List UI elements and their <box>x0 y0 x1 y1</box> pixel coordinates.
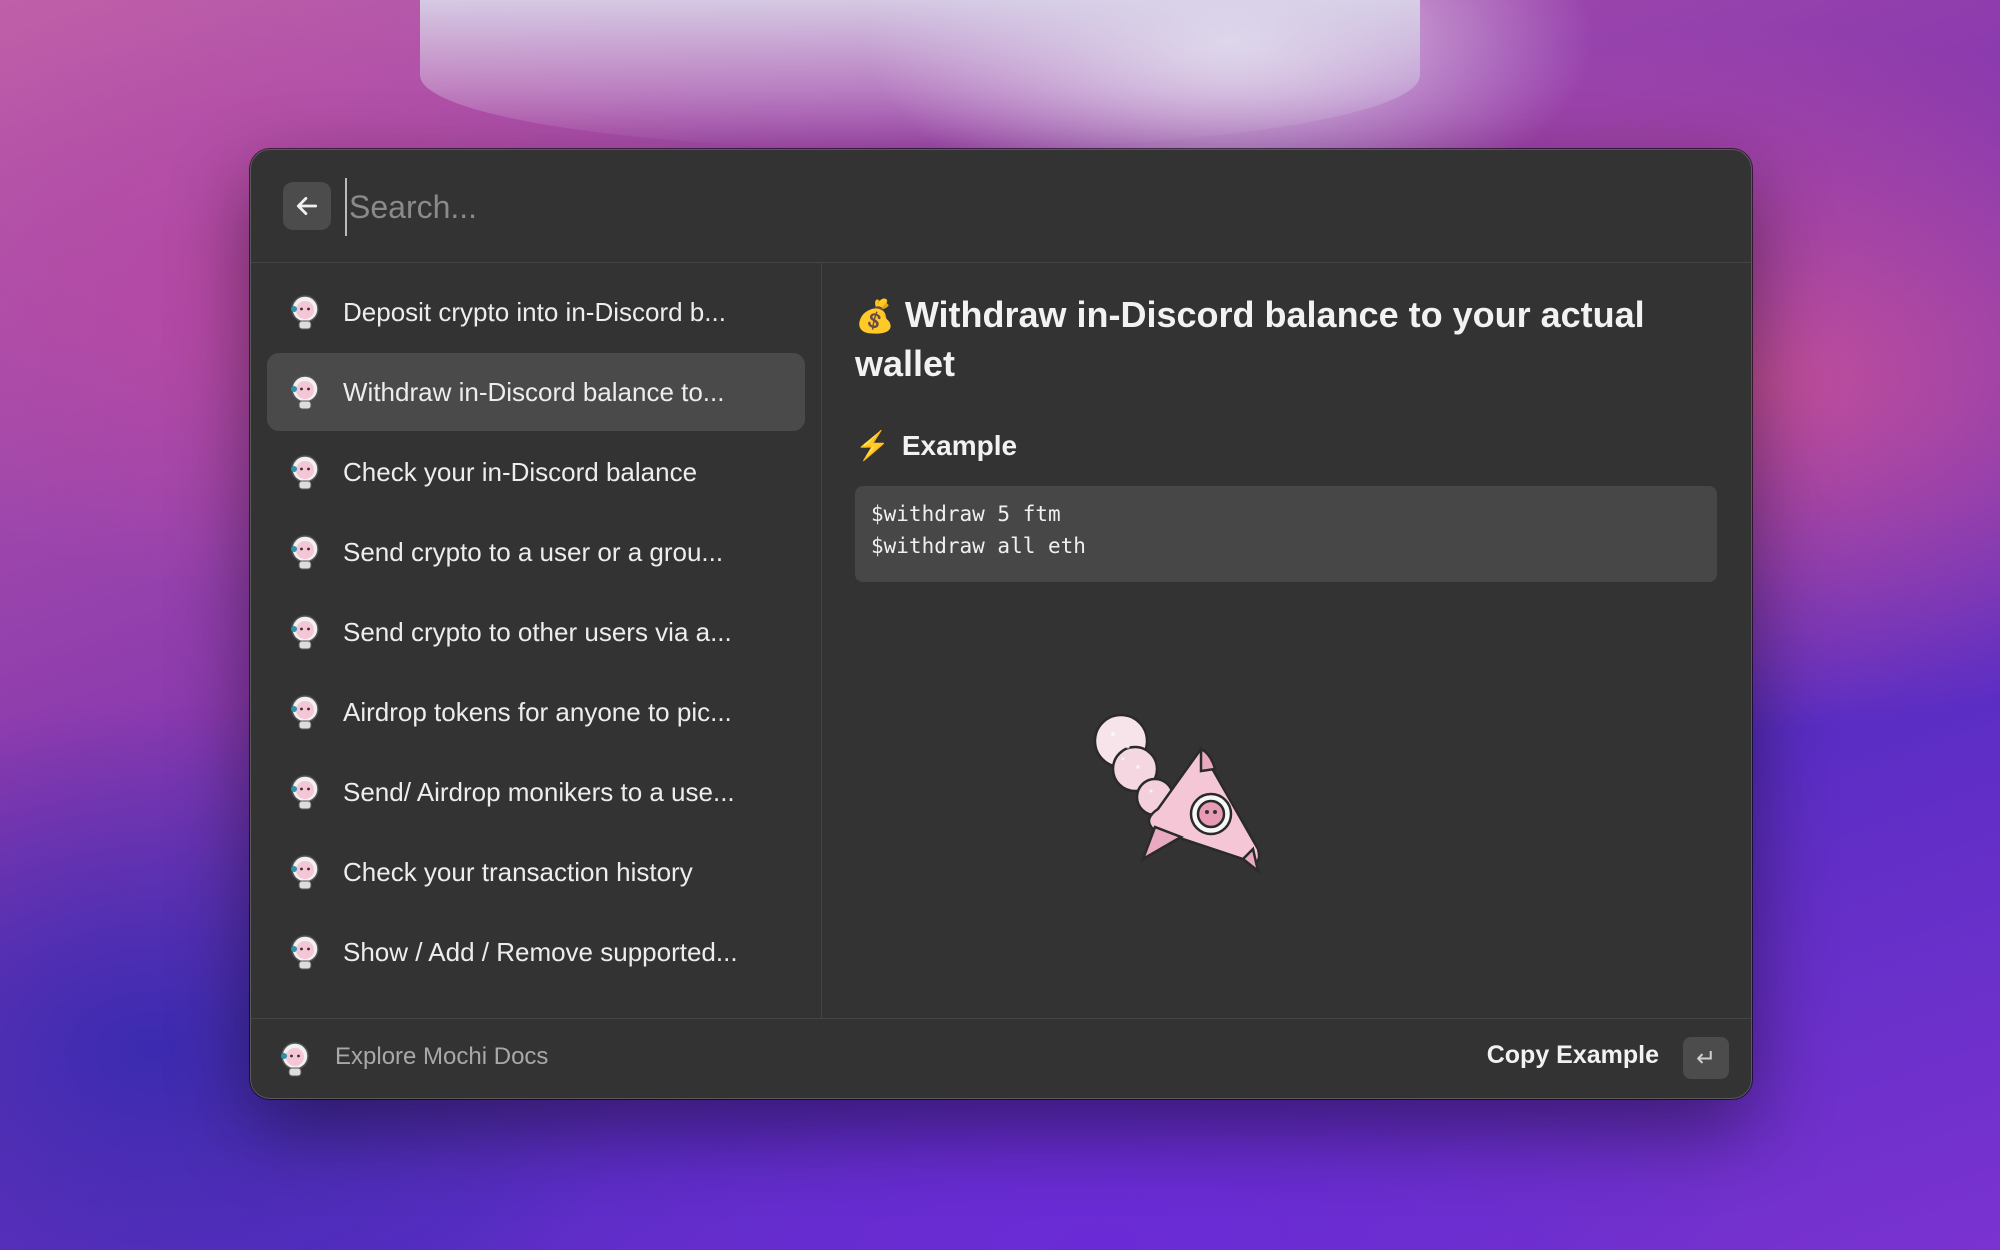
list-item-withdraw[interactable]: Withdraw in-Discord balance to... <box>267 353 805 431</box>
list-item-label: Send/ Airdrop monikers to a use... <box>343 776 735 807</box>
mochi-icon <box>291 695 319 730</box>
code-line: $withdraw all eth <box>871 534 1086 558</box>
list-item-airdrop[interactable]: Airdrop tokens for anyone to pic... <box>267 673 805 751</box>
mochi-icon <box>291 775 319 810</box>
command-list: Deposit crypto into in-Discord b... With… <box>251 263 822 1018</box>
mochi-icon <box>291 855 319 890</box>
list-item-label: Withdraw in-Discord balance to... <box>343 376 725 407</box>
detail-pane: 💰 Withdraw in-Discord balance to your act… <box>823 263 1751 1018</box>
mochi-icon <box>291 375 319 410</box>
back-button[interactable] <box>283 182 331 230</box>
arrow-left-icon <box>296 197 318 215</box>
list-item-balance[interactable]: Check your in-Discord balance <box>267 433 805 511</box>
list-item-label: Deposit crypto into in-Discord b... <box>343 296 726 327</box>
search-bar <box>251 150 1751 263</box>
list-item-label: Show / Add / Remove supported... <box>343 936 738 967</box>
list-item-label: Airdrop tokens for anyone to pic... <box>343 696 732 727</box>
mochi-icon <box>291 455 319 490</box>
footer-bar: Explore Mochi Docs Copy Example ↵ <box>251 1018 1751 1098</box>
list-item-tokens[interactable]: Show / Add / Remove supported... <box>267 913 805 991</box>
enter-key-icon[interactable]: ↵ <box>1683 1037 1729 1079</box>
code-line: $withdraw 5 ftm <box>871 502 1061 526</box>
mochi-rocket-illustration <box>1093 713 1261 875</box>
detail-title-text: Withdraw in-Discord balance to your actu… <box>855 294 1645 384</box>
list-item-monikers[interactable]: Send/ Airdrop monikers to a use... <box>267 753 805 831</box>
launcher-window: Deposit crypto into in-Discord b... With… <box>250 149 1752 1099</box>
list-item-send[interactable]: Send crypto to a user or a grou... <box>267 513 805 591</box>
list-item-label: Check your transaction history <box>343 856 693 887</box>
list-item-deposit[interactable]: Deposit crypto into in-Discord b... <box>267 273 805 351</box>
list-item-label: Send crypto to a user or a grou... <box>343 536 724 567</box>
list-item-label: Check your in-Discord balance <box>343 456 698 487</box>
explore-docs-link[interactable]: Explore Mochi Docs <box>335 1043 548 1071</box>
mochi-icon <box>291 615 319 650</box>
copy-example-button[interactable]: Copy Example <box>1487 1041 1659 1070</box>
mochi-icon[interactable] <box>275 1039 315 1079</box>
list-item-send-via[interactable]: Send crypto to other users via a... <box>267 593 805 671</box>
list-item-history[interactable]: Check your transaction history <box>267 833 805 911</box>
list-item-label: Send crypto to other users via a... <box>343 616 732 647</box>
lightning-icon: ⚡ <box>855 430 890 461</box>
money-bag-icon: 💰 <box>855 298 895 334</box>
mochi-icon <box>291 535 319 570</box>
detail-title: 💰 Withdraw in-Discord balance to your act… <box>855 291 1715 388</box>
mochi-icon <box>291 295 319 330</box>
example-heading: ⚡ Example <box>855 429 1017 462</box>
mochi-icon <box>291 935 319 970</box>
desktop-wallpaper-highlight <box>420 0 1420 150</box>
search-input[interactable] <box>345 178 1651 236</box>
example-heading-text: Example <box>901 429 1018 461</box>
code-block[interactable]: $withdraw 5 ftm $withdraw all eth <box>855 486 1717 582</box>
